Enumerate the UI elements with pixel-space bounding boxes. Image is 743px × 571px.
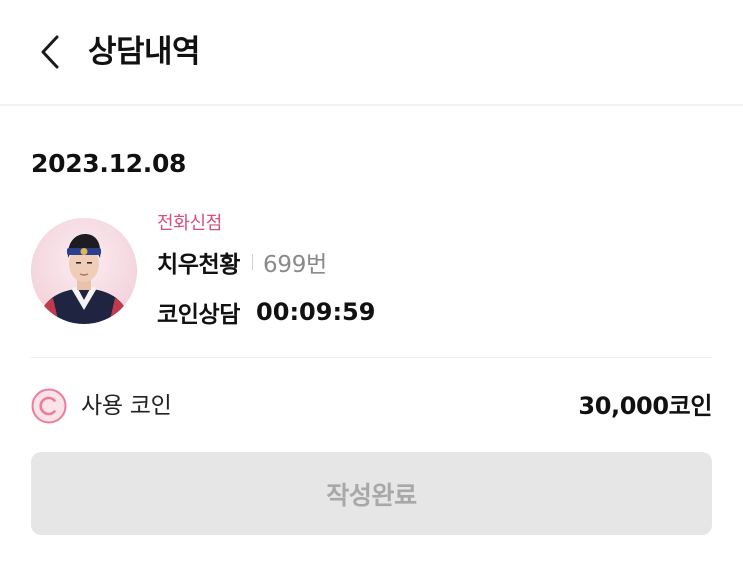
coins-used-amount: 30,000코인 xyxy=(578,392,712,420)
session-duration: 00:09:59 xyxy=(256,298,376,326)
counselor-name: 치우천황 xyxy=(157,252,241,278)
coins-used-row: 사용 코인 30,000코인 xyxy=(31,386,712,426)
app-header: 상담내역 xyxy=(0,0,743,106)
consultation-category: 전화신점 xyxy=(157,213,223,234)
page-title: 상담내역 xyxy=(88,34,201,70)
counselor-name-row: 치우천황 699번 xyxy=(157,244,327,280)
counselor-avatar xyxy=(31,218,137,324)
counselor-number: 699번 xyxy=(263,252,327,278)
consultation-date: 2023.12.08 xyxy=(31,149,187,178)
section-divider xyxy=(31,357,712,358)
back-button[interactable] xyxy=(30,30,70,74)
chevron-left-icon xyxy=(30,30,70,74)
session-type: 코인상담 xyxy=(157,302,241,328)
coin-c-icon xyxy=(31,388,67,424)
session-info-row: 코인상담 00:09:59 xyxy=(157,294,375,330)
coins-used-label: 사용 코인 xyxy=(81,393,172,419)
divider xyxy=(252,254,254,270)
complete-button[interactable]: 작성완료 xyxy=(31,452,712,535)
